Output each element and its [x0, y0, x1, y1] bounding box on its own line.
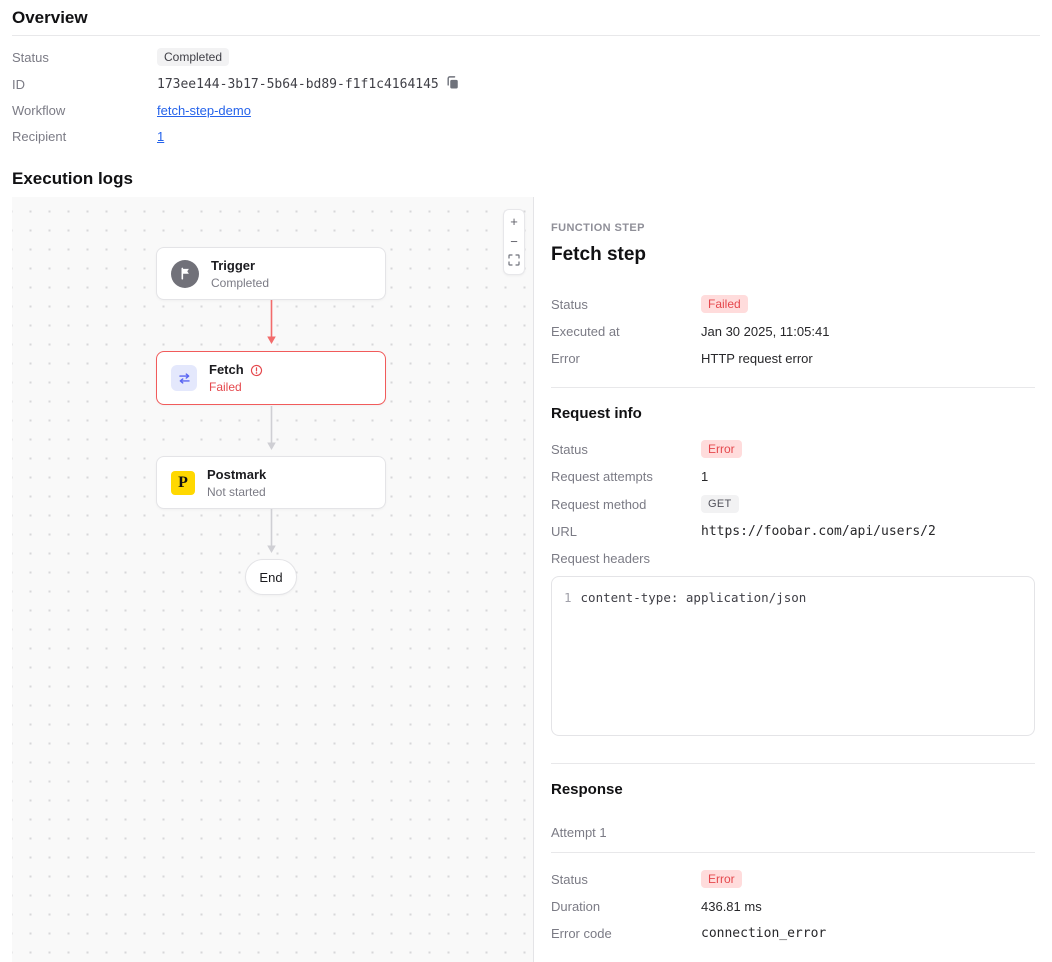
attempt-label: Attempt 1 [551, 825, 1035, 841]
id-label: ID [12, 76, 157, 93]
request-method-badge: GET [701, 495, 739, 513]
response-status-label: Status [551, 871, 701, 888]
transaction-id: 173ee144-3b17-5b64-bd89-f1f1c4164145 [157, 76, 439, 93]
recipient-link[interactable]: 1 [157, 128, 164, 145]
error-label: Error [551, 350, 701, 367]
code-line-content: content-type: application/json [581, 590, 807, 722]
copy-icon [445, 75, 460, 93]
request-info-title: Request info [551, 405, 1035, 423]
node-fetch-status: Failed [209, 380, 263, 394]
step-type-eyebrow: FUNCTION STEP [551, 222, 1035, 235]
zoom-out-button[interactable]: − [504, 232, 524, 252]
error-code-label: Error code [551, 925, 701, 942]
recipient-value: 1 [157, 128, 1040, 145]
zoom-in-button[interactable]: + [504, 212, 524, 232]
step-detail-panel: FUNCTION STEP Fetch step Status Failed E… [534, 197, 1052, 962]
node-postmark[interactable]: P Postmark Not started [156, 456, 386, 509]
request-method-label: Request method [551, 496, 701, 513]
node-fetch[interactable]: Fetch Failed [156, 351, 386, 405]
step-overview-rows: Status Failed Executed at Jan 30 2025, 1… [551, 295, 1035, 367]
node-fetch-title: Fetch [209, 362, 244, 378]
canvas-zoom-controls: + − [503, 209, 525, 275]
fit-view-icon [508, 253, 520, 271]
overview-divider [12, 35, 1040, 36]
url-value: https://foobar.com/api/users/2 [701, 523, 1035, 540]
duration-label: Duration [551, 898, 701, 915]
executed-at-label: Executed at [551, 323, 701, 340]
node-trigger-status: Completed [211, 276, 269, 290]
postmark-logo: P [171, 471, 195, 495]
node-end: End [245, 559, 297, 595]
copy-id-button[interactable] [445, 75, 460, 93]
node-postmark-status: Not started [207, 485, 266, 499]
request-status-label: Status [551, 441, 701, 458]
minus-icon: − [510, 233, 518, 251]
execution-logs-workspace: + − Trigger Completed [0, 197, 1052, 962]
overview-rows: Status Completed ID 173ee144-3b17-5b64-b… [12, 48, 1040, 145]
recipient-label: Recipient [12, 128, 157, 145]
status-badge: Completed [157, 48, 229, 66]
executed-at-value: Jan 30 2025, 11:05:41 [701, 323, 1035, 340]
id-value: 173ee144-3b17-5b64-bd89-f1f1c4164145 [157, 75, 1040, 93]
edge-postmark-to-end [266, 509, 277, 553]
workflow-label: Workflow [12, 102, 157, 119]
request-attempts-label: Request attempts [551, 468, 701, 485]
workflow-value: fetch-step-demo [157, 102, 1040, 119]
error-code-value: connection_error [701, 925, 1035, 942]
error-warning-icon [250, 364, 263, 377]
plus-icon: + [510, 213, 518, 231]
request-attempts-value: 1 [701, 468, 1035, 485]
request-info-divider [551, 387, 1035, 388]
edge-fetch-to-postmark [266, 406, 277, 450]
response-status-badge: Error [701, 870, 742, 888]
request-headers-label: Request headers [551, 550, 701, 567]
url-label: URL [551, 523, 701, 540]
step-status-badge: Failed [701, 295, 748, 313]
workflow-canvas[interactable]: + − Trigger Completed [12, 197, 534, 962]
flag-icon [171, 260, 199, 288]
status-value: Completed [157, 48, 1040, 66]
step-status-label: Status [551, 296, 701, 313]
error-value: HTTP request error [701, 350, 1035, 367]
response-rows: Status Error Duration 436.81 ms Error co… [551, 870, 1035, 942]
swap-arrows-icon [171, 365, 197, 391]
status-label: Status [12, 49, 157, 66]
workflow-link[interactable]: fetch-step-demo [157, 102, 251, 119]
overview-title: Overview [12, 8, 1040, 28]
request-status-badge: Error [701, 440, 742, 458]
fit-view-button[interactable] [504, 252, 524, 272]
attempt-divider [551, 852, 1035, 853]
response-title: Response [551, 781, 1035, 799]
edge-trigger-to-fetch [266, 300, 277, 344]
end-label: End [259, 570, 282, 585]
overview-section: Overview Status Completed ID 173ee144-3b… [0, 0, 1052, 145]
execution-logs-title: Execution logs [12, 169, 1040, 189]
node-trigger[interactable]: Trigger Completed [156, 247, 386, 300]
request-info-rows: Status Error Request attempts 1 Request … [551, 440, 1035, 567]
node-trigger-title: Trigger [211, 258, 269, 274]
node-postmark-title: Postmark [207, 467, 266, 483]
code-line-number: 1 [564, 590, 572, 722]
request-headers-code-block[interactable]: 1 content-type: application/json [551, 576, 1035, 736]
duration-value: 436.81 ms [701, 898, 1035, 915]
response-divider [551, 763, 1035, 764]
step-detail-title: Fetch step [551, 243, 1035, 267]
